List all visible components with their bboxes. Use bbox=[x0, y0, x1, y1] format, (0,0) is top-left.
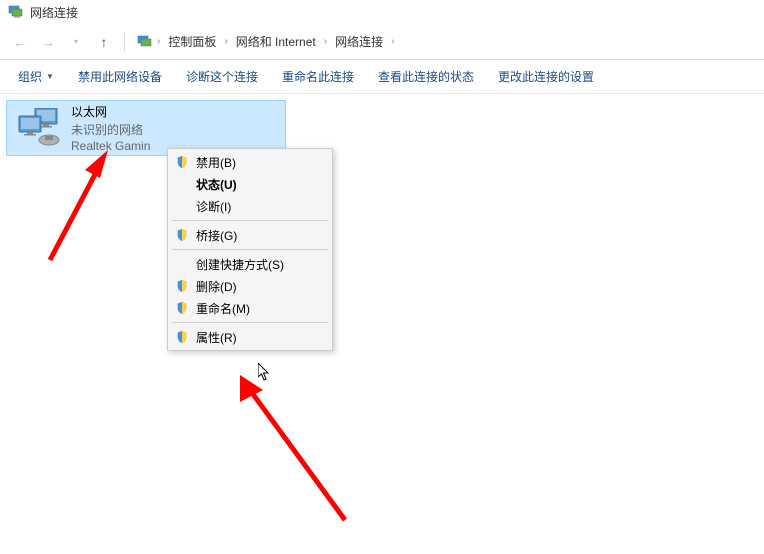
annotation-arrow bbox=[225, 370, 355, 533]
cursor-icon bbox=[258, 363, 274, 386]
menu-label: 创建快捷方式(S) bbox=[196, 256, 284, 273]
shield-icon bbox=[174, 278, 190, 294]
menu-item-properties[interactable]: 属性(R) bbox=[170, 326, 330, 348]
network-icon bbox=[137, 34, 153, 50]
chevron-icon[interactable]: › bbox=[324, 36, 327, 47]
menu-item-diagnose[interactable]: 诊断(I) bbox=[170, 195, 330, 217]
title-bar: 网络连接 bbox=[0, 0, 764, 24]
change-label: 更改此连接的设置 bbox=[498, 68, 594, 85]
menu-separator bbox=[172, 220, 328, 221]
breadcrumb-item-network-internet[interactable]: 网络和 Internet bbox=[232, 31, 320, 52]
forward-button[interactable]: → bbox=[36, 30, 60, 54]
shield-icon bbox=[174, 329, 190, 345]
menu-item-delete[interactable]: 删除(D) bbox=[170, 275, 330, 297]
menu-item-bridge[interactable]: 桥接(G) bbox=[170, 224, 330, 246]
menu-label: 桥接(G) bbox=[196, 227, 237, 244]
view-status-button[interactable]: 查看此连接的状态 bbox=[368, 62, 484, 91]
menu-label: 删除(D) bbox=[196, 278, 237, 295]
adapter-status: 未识别的网络 bbox=[71, 121, 150, 138]
separator bbox=[124, 32, 125, 52]
adapter-name: 以太网 bbox=[71, 103, 150, 120]
menu-label: 重命名(M) bbox=[196, 300, 250, 317]
adapter-text: 以太网 未识别的网络 Realtek Gamin bbox=[71, 103, 150, 153]
shield-icon bbox=[174, 227, 190, 243]
menu-separator bbox=[172, 322, 328, 323]
adapter-icon bbox=[15, 108, 63, 148]
menu-label: 诊断(I) bbox=[196, 198, 231, 215]
organize-button[interactable]: 组织 ▼ bbox=[8, 62, 64, 91]
back-button[interactable]: ← bbox=[8, 30, 32, 54]
content-area: 以太网 未识别的网络 Realtek Gamin bbox=[0, 94, 764, 162]
breadcrumb-item-control-panel[interactable]: 控制面板 bbox=[164, 31, 220, 52]
shield-icon bbox=[174, 300, 190, 316]
organize-label: 组织 bbox=[18, 68, 42, 85]
menu-label: 禁用(B) bbox=[196, 154, 236, 171]
diagnose-button[interactable]: 诊断这个连接 bbox=[176, 62, 268, 91]
shield-icon bbox=[174, 154, 190, 170]
disable-label: 禁用此网络设备 bbox=[78, 68, 162, 85]
chevron-icon[interactable]: › bbox=[224, 36, 227, 47]
menu-item-rename[interactable]: 重命名(M) bbox=[170, 297, 330, 319]
nav-bar: ← → ▾ ↑ › 控制面板 › 网络和 Internet › 网络连接 › bbox=[0, 24, 764, 60]
breadcrumb: › 控制面板 › 网络和 Internet › 网络连接 › bbox=[133, 31, 394, 52]
up-button[interactable]: ↑ bbox=[92, 30, 116, 54]
change-settings-button[interactable]: 更改此连接的设置 bbox=[488, 62, 604, 91]
breadcrumb-item-network-connections[interactable]: 网络连接 bbox=[331, 31, 387, 52]
window-title: 网络连接 bbox=[30, 4, 78, 21]
menu-separator bbox=[172, 249, 328, 250]
menu-item-shortcut[interactable]: 创建快捷方式(S) bbox=[170, 253, 330, 275]
menu-item-disable[interactable]: 禁用(B) bbox=[170, 151, 330, 173]
adapter-driver: Realtek Gamin bbox=[71, 139, 150, 153]
history-dropdown[interactable]: ▾ bbox=[64, 30, 88, 54]
diagnose-label: 诊断这个连接 bbox=[186, 68, 258, 85]
dropdown-arrow-icon: ▼ bbox=[46, 72, 54, 81]
status-label: 查看此连接的状态 bbox=[378, 68, 474, 85]
command-bar: 组织 ▼ 禁用此网络设备 诊断这个连接 重命名此连接 查看此连接的状态 更改此连… bbox=[0, 60, 764, 94]
annotation-arrow bbox=[40, 150, 130, 273]
context-menu: 禁用(B) 状态(U) 诊断(I) 桥接(G) 创建快捷方式(S) 删除(D) bbox=[167, 148, 333, 351]
disable-device-button[interactable]: 禁用此网络设备 bbox=[68, 62, 172, 91]
rename-label: 重命名此连接 bbox=[282, 68, 354, 85]
chevron-icon[interactable]: › bbox=[391, 36, 394, 47]
menu-label: 属性(R) bbox=[196, 329, 237, 346]
rename-button[interactable]: 重命名此连接 bbox=[272, 62, 364, 91]
menu-item-status[interactable]: 状态(U) bbox=[170, 173, 330, 195]
menu-label: 状态(U) bbox=[196, 176, 237, 193]
window-icon bbox=[8, 4, 24, 20]
chevron-icon[interactable]: › bbox=[157, 36, 160, 47]
